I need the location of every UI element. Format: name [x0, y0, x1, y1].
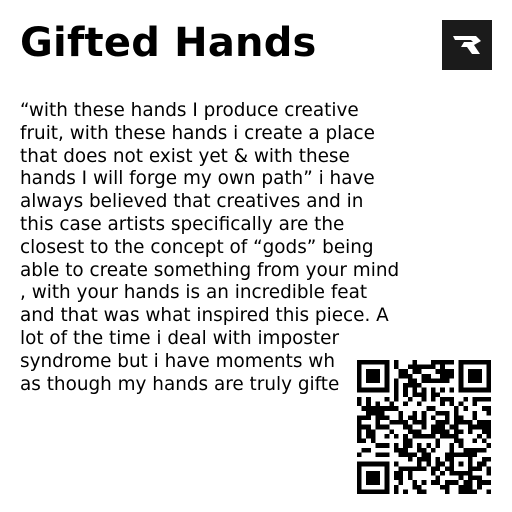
description-text: “with these hands I produce creative fru… — [20, 100, 400, 395]
page-title: Gifted Hands — [20, 20, 317, 66]
brand-logo-icon — [453, 36, 481, 54]
brand-logo[interactable] — [442, 20, 492, 70]
qr-code-icon[interactable] — [357, 360, 491, 494]
